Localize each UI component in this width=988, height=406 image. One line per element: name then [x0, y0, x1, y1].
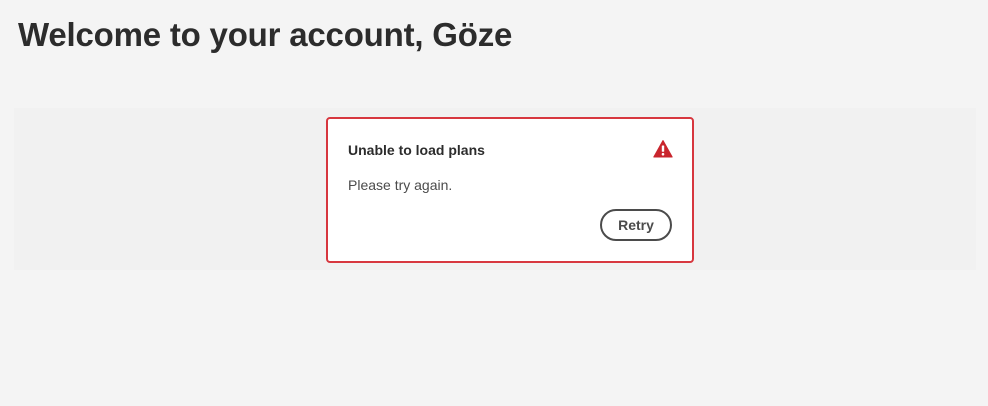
- retry-button[interactable]: Retry: [600, 209, 672, 241]
- error-heading: Unable to load plans: [348, 142, 485, 158]
- alert-icon: [653, 140, 673, 158]
- error-card: Unable to load plans Please try again. R…: [326, 117, 694, 263]
- error-message: Please try again.: [348, 177, 453, 193]
- page-title: Welcome to your account, Göze: [18, 16, 513, 53]
